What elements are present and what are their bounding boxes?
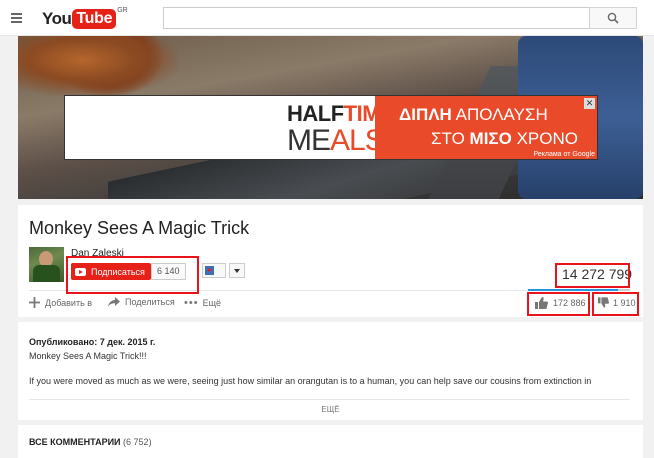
publish-date: Опубликовано: 7 дек. 2015 г. [29,337,156,347]
ad-headline-line2: ΣΤΟ ΜΙΣΟ ΧΡΟΝΟ [431,129,578,148]
channel-play-icon [205,266,214,275]
thumbs-down-icon [598,297,609,308]
ad-google-label[interactable]: Реклама от Google [534,151,596,158]
ad-headline-area: ΔΙΠΛΗ ΑΠΟΛΑΥΣΗ ΣΤΟ ΜΙΣΟ ΧΡΟΝΟ Реклама от… [375,96,597,159]
video-title: Monkey Sees A Magic Trick [29,218,250,238]
ad-close-icon[interactable]: ✕ [584,98,595,109]
plus-icon [29,297,40,308]
video-frame-fur [18,36,178,96]
hamburger-menu-icon[interactable] [11,13,22,23]
channel-menu-button[interactable] [202,263,226,278]
logo-you-text: You [42,9,72,28]
comments-title: ВСЕ КОММЕНТАРИИ [29,437,121,447]
search-button[interactable] [589,7,637,29]
share-button[interactable]: Поделиться [108,297,175,307]
comments-section: ВСЕ КОММЕНТАРИИ (6 752) [18,425,643,458]
add-to-button[interactable]: Добавить в [29,297,92,308]
share-label: Поделиться [125,297,175,307]
description-divider [29,399,630,400]
comments-count: (6 752) [123,437,152,447]
thumbs-up-icon [535,297,548,309]
comments-header: ВСЕ КОММЕНТАРИИ (6 752) [29,437,152,447]
more-actions-button[interactable]: ••• Ещё [184,297,221,309]
logo-tube-text: Tube [72,9,117,29]
chevron-down-icon[interactable] [229,263,245,278]
like-button[interactable]: 172 886 [535,297,586,309]
logo-region-label: GR [117,7,128,14]
view-count: 14 272 799 [562,266,633,282]
subscriber-count: 6 140 [151,263,186,280]
more-dots-icon: ••• [184,297,199,309]
avatar-body [33,265,60,282]
description-line2: If you were moved as much as we were, se… [29,376,592,386]
ad-brand-area: HALFTIME MEALS [65,96,395,159]
add-to-label: Добавить в [45,297,93,308]
description-line1: Monkey Sees A Magic Trick!!! [29,351,147,361]
ad-headline-line1: ΔΙΠΛΗ ΑΠΟΛΑΥΣΗ [399,105,548,124]
search-icon [607,12,619,24]
dislike-ratio-bar [618,289,630,291]
like-ratio-bar [528,289,630,291]
share-icon [108,297,120,307]
youtube-play-icon [75,267,86,276]
more-actions-label: Ещё [202,298,221,308]
show-more-button[interactable]: ЕЩЁ [18,405,643,414]
search-input[interactable] [163,7,589,29]
dislike-button[interactable]: 1 910 [598,297,636,308]
overlay-ad[interactable]: HALFTIME MEALS ΔΙΠΛΗ ΑΠΟΛΑΥΣΗ ΣΤΟ ΜΙΣΟ Χ… [64,95,598,160]
channel-avatar[interactable] [29,247,64,282]
top-bar: You Tube GR [0,0,654,36]
description-panel: Опубликовано: 7 дек. 2015 г. Monkey Sees… [18,322,643,420]
subscribe-button[interactable]: Подписаться [71,263,151,280]
ad-brand-line2: MEALS [287,124,385,157]
youtube-logo[interactable]: You Tube GR [42,7,128,30]
subscribe-label: Подписаться [91,266,145,277]
video-info-panel: Monkey Sees A Magic Trick Dan Zaleski По… [18,205,643,317]
like-count: 172 886 [553,298,586,308]
dislike-count: 1 910 [613,297,636,308]
channel-name[interactable]: Dan Zaleski [71,248,124,259]
